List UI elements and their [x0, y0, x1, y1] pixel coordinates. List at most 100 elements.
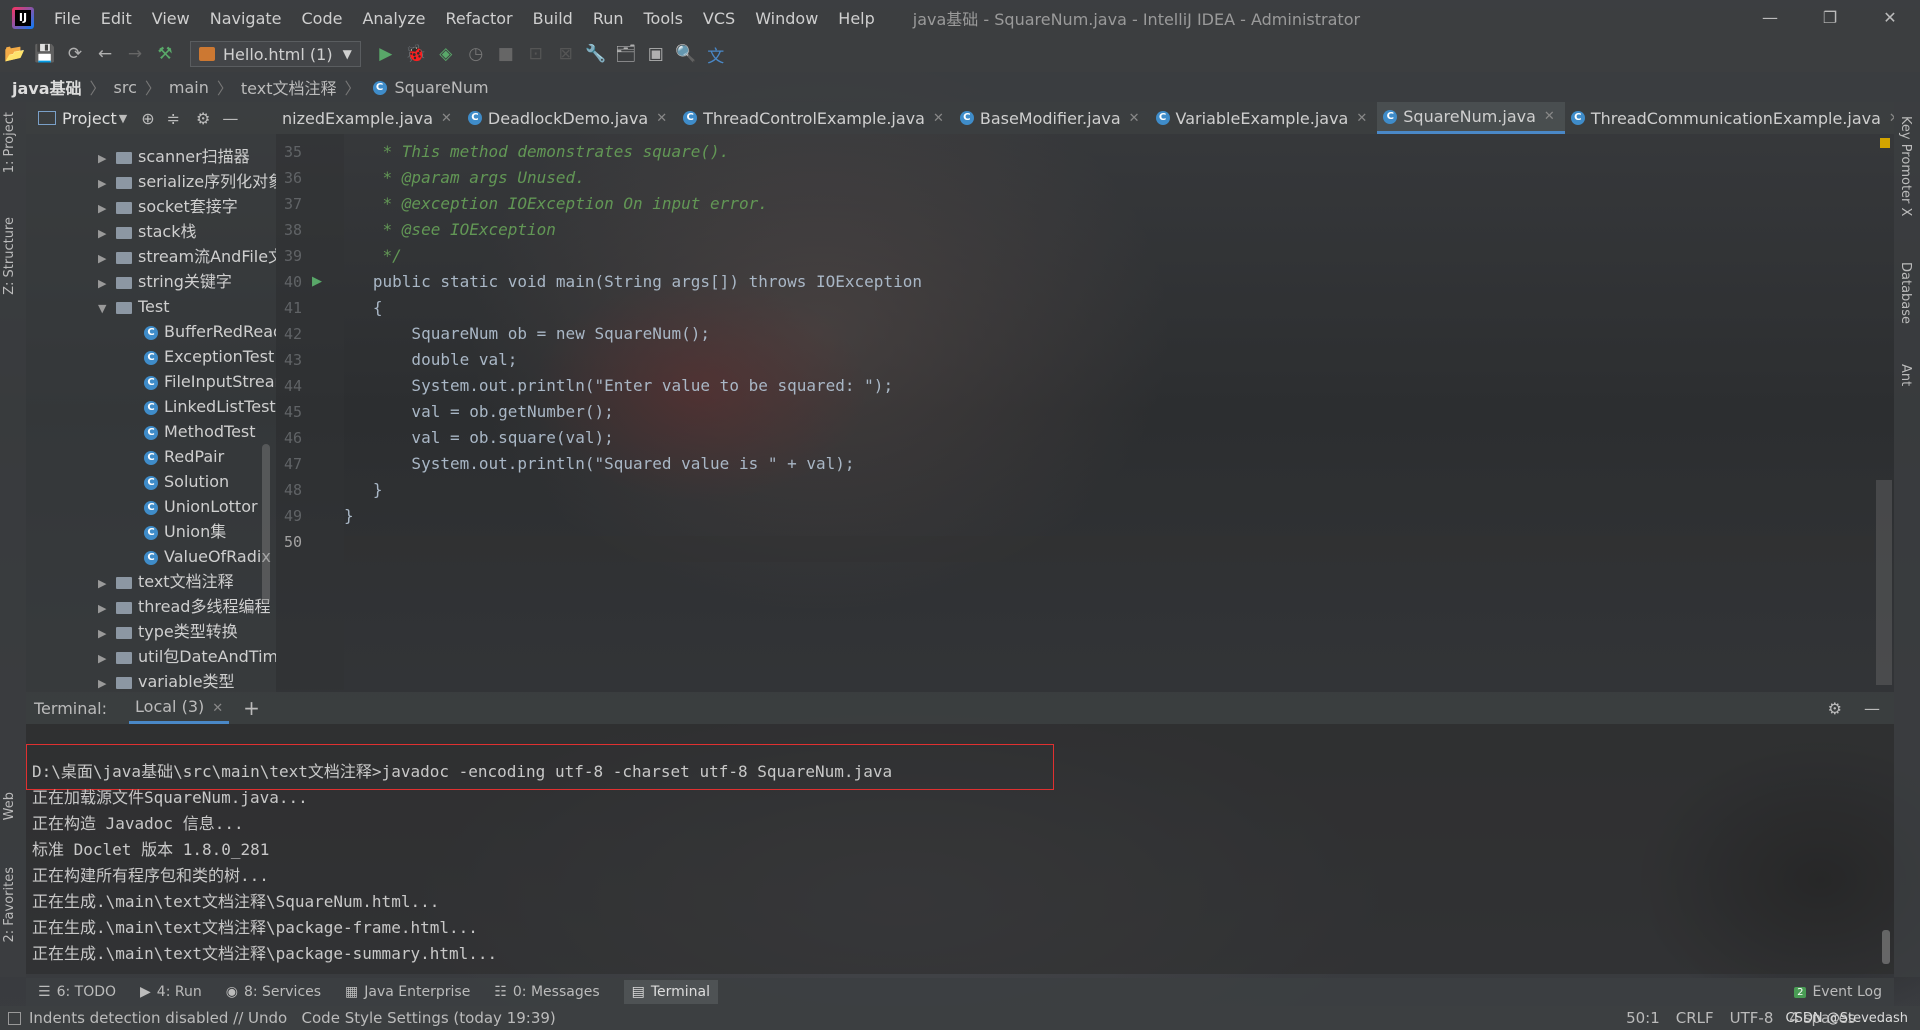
editor-tab[interactable]: C ThreadCommunicationExample.java ✕: [1565, 102, 1894, 134]
menu-tools[interactable]: Tools: [644, 9, 683, 28]
chevron-down-icon[interactable]: ▼: [119, 112, 127, 125]
favorites-tool-button[interactable]: 2: Favorites: [2, 867, 17, 943]
close-icon[interactable]: ✕: [1544, 109, 1555, 124]
tree-item-class[interactable]: C UnionLottor: [144, 494, 258, 519]
breadcrumb-src[interactable]: src: [114, 78, 137, 97]
menu-window[interactable]: Window: [755, 9, 818, 28]
vcs-update-icon[interactable]: ⊠: [551, 44, 581, 64]
java-enterprise-tool-button[interactable]: ▦ Java Enterprise: [345, 984, 470, 1000]
terminal-tab-local[interactable]: Local (3) ✕: [129, 692, 230, 724]
breadcrumb-main[interactable]: main: [169, 78, 209, 97]
tree-item-folder[interactable]: ▶ scanner扫描器: [98, 144, 250, 169]
forward-icon[interactable]: →: [120, 44, 150, 64]
run-icon[interactable]: ▶: [371, 44, 401, 64]
translate-icon[interactable]: 文: [701, 42, 731, 67]
close-icon[interactable]: ✕: [1129, 111, 1140, 126]
editor-tab[interactable]: nizedExample.java ✕: [276, 102, 462, 134]
sync-icon[interactable]: ⟳: [60, 44, 90, 64]
restore-icon[interactable]: ❐: [1800, 0, 1860, 36]
close-icon[interactable]: ✕: [1356, 111, 1367, 126]
tree-item-class[interactable]: C MethodTest: [144, 419, 256, 444]
minimize-icon[interactable]: —: [1740, 0, 1800, 36]
chevron-right-icon[interactable]: ▶: [98, 621, 112, 646]
ant-tool-button[interactable]: Ant: [1898, 364, 1913, 386]
tree-item-class[interactable]: C Solution: [144, 469, 229, 494]
tree-item-class[interactable]: C Union集: [144, 519, 226, 544]
tree-item-folder[interactable]: ▶ stack栈: [98, 219, 196, 244]
chevron-down-icon[interactable]: ▼: [98, 296, 112, 321]
run-gutter-icon[interactable]: ▶: [312, 274, 322, 289]
settings-wrench-icon[interactable]: 🔧: [581, 44, 611, 64]
close-icon[interactable]: ✕: [1860, 0, 1920, 36]
tree-item-folder[interactable]: ▶ thread多线程编程: [98, 594, 270, 619]
tree-item-folder[interactable]: ▼ Test: [98, 294, 170, 319]
tree-scrollbar[interactable]: [262, 444, 270, 604]
tree-item-folder[interactable]: ▶ text文档注释: [98, 569, 234, 594]
editor-tab[interactable]: C ThreadControlExample.java ✕: [677, 102, 954, 134]
services-tool-button[interactable]: ◉ 8: Services: [226, 984, 321, 1000]
save-icon[interactable]: 💾: [30, 44, 60, 64]
build-hammer-icon[interactable]: ⚒: [150, 44, 180, 64]
tree-item-class[interactable]: C RedPair: [144, 444, 224, 469]
tree-item-class[interactable]: C BufferRedRead: [144, 319, 276, 344]
editor-tab[interactable]: C DeadlockDemo.java ✕: [462, 102, 677, 134]
project-view-select[interactable]: Project: [62, 109, 117, 128]
status-message[interactable]: Indents detection disabled // Undo Code …: [29, 1009, 556, 1027]
chevron-right-icon[interactable]: ▶: [98, 221, 112, 246]
editor-tab-active[interactable]: C SquareNum.java ✕: [1377, 102, 1565, 134]
chevron-right-icon[interactable]: ▶: [98, 171, 112, 196]
event-log-button[interactable]: 2 Event Log: [1794, 984, 1882, 1000]
inspection-warning-icon[interactable]: [1880, 138, 1890, 148]
close-icon[interactable]: ✕: [656, 111, 667, 126]
run-configuration-select[interactable]: Hello.html (1) ▼: [190, 41, 361, 67]
vcs-icon[interactable]: ⊡: [521, 44, 551, 64]
project-structure-icon[interactable]: 🗂: [611, 44, 641, 64]
caret-position[interactable]: 50:1: [1626, 1009, 1660, 1027]
menu-code[interactable]: Code: [302, 9, 343, 28]
todo-tool-button[interactable]: ☰ 6: TODO: [38, 984, 116, 1000]
menu-view[interactable]: View: [152, 9, 190, 28]
menu-run[interactable]: Run: [593, 9, 624, 28]
terminal-scrollbar[interactable]: [1882, 930, 1890, 964]
close-icon[interactable]: ✕: [212, 701, 223, 716]
key-promoter-tool-button[interactable]: Key Promoter X: [1898, 116, 1913, 216]
coverage-icon[interactable]: ◈: [431, 44, 461, 64]
chevron-right-icon[interactable]: ▶: [98, 196, 112, 221]
close-icon[interactable]: ✕: [1889, 111, 1894, 126]
layout-icon[interactable]: ▣: [641, 44, 671, 64]
close-icon[interactable]: ✕: [441, 111, 452, 126]
database-tool-button[interactable]: Database: [1898, 262, 1913, 324]
breadcrumb-class[interactable]: C SquareNum: [369, 78, 493, 97]
code-editor[interactable]: * This method demonstrates square(). * @…: [344, 134, 1894, 690]
menu-analyze[interactable]: Analyze: [362, 9, 425, 28]
chevron-right-icon[interactable]: ▶: [98, 246, 112, 271]
menu-vcs[interactable]: VCS: [703, 9, 735, 28]
add-terminal-icon[interactable]: +: [243, 696, 260, 720]
messages-tool-button[interactable]: ☷ 0: Messages: [494, 984, 599, 1000]
debug-icon[interactable]: 🐞: [401, 44, 431, 64]
structure-tool-button[interactable]: Z: Structure: [2, 217, 17, 295]
menu-edit[interactable]: Edit: [101, 9, 132, 28]
profile-icon[interactable]: ◷: [461, 44, 491, 64]
stop-icon[interactable]: ■: [491, 44, 521, 64]
breadcrumb-project[interactable]: java基础: [12, 75, 82, 99]
line-separator[interactable]: CRLF: [1676, 1009, 1714, 1027]
tree-item-folder[interactable]: ▶ serialize序列化对象: [98, 169, 276, 194]
project-tool-button[interactable]: 1: Project: [2, 112, 17, 173]
locate-icon[interactable]: ⊕: [141, 109, 154, 128]
collapse-all-icon[interactable]: ≑: [167, 109, 180, 128]
editor-tab[interactable]: C VariableExample.java ✕: [1150, 102, 1378, 134]
chevron-right-icon[interactable]: ▶: [98, 571, 112, 596]
run-tool-button[interactable]: ▶ 4: Run: [140, 984, 202, 1000]
tree-item-class[interactable]: C LinkedListTest: [144, 394, 276, 419]
chevron-right-icon[interactable]: ▶: [98, 146, 112, 171]
gear-icon[interactable]: ⚙: [1828, 699, 1842, 718]
tree-item-folder[interactable]: ▶ string关键字: [98, 269, 232, 294]
tree-item-folder[interactable]: ▶ stream流AndFile文: [98, 244, 276, 269]
tree-item-class[interactable]: C FileInputStrean: [144, 369, 276, 394]
web-tool-button[interactable]: Web: [2, 792, 17, 820]
close-icon[interactable]: ✕: [933, 111, 944, 126]
open-folder-icon[interactable]: 📂: [0, 44, 30, 64]
tree-item-folder[interactable]: ▶ socket套接字: [98, 194, 238, 219]
chevron-right-icon[interactable]: ▶: [98, 271, 112, 296]
